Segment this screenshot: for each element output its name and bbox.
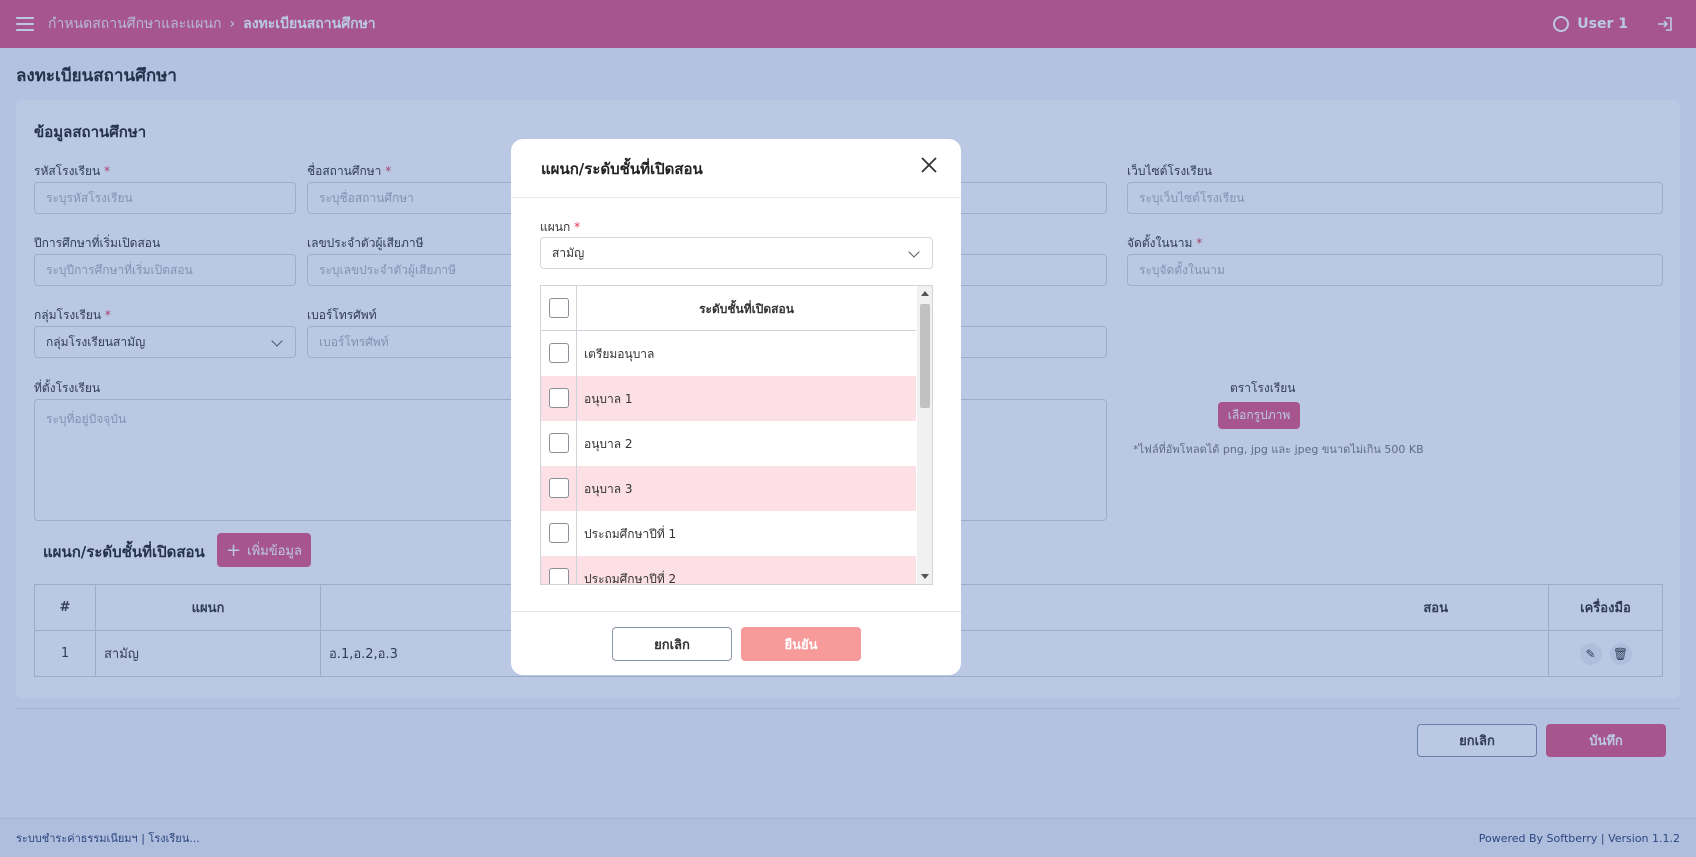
list-item[interactable]: อนุบาล 1 — [541, 376, 916, 421]
level-label: ประถมศึกษาปีที่ 2 — [584, 572, 677, 585]
level-checkbox[interactable] — [549, 523, 569, 543]
list-item[interactable]: ประถมศึกษาปีที่ 1 — [541, 511, 916, 556]
modal-dept-value: สามัญ — [552, 245, 585, 260]
level-checkbox[interactable] — [549, 568, 569, 584]
scrollbar-thumb[interactable] — [920, 304, 930, 408]
level-label: อนุบาล 1 — [584, 392, 633, 406]
modal-title: แผนก/ระดับชั้นที่เปิดสอน — [541, 160, 703, 178]
level-checkbox[interactable] — [549, 343, 569, 363]
list-item[interactable]: เตรียมอนุบาล — [541, 331, 916, 376]
list-item[interactable]: อนุบาล 3 — [541, 466, 916, 511]
levels-table-header: ระดับชั้นที่เปิดสอน — [541, 286, 916, 331]
close-icon[interactable] — [919, 155, 939, 175]
scroll-up-icon[interactable] — [921, 291, 929, 296]
level-checkbox[interactable] — [549, 433, 569, 453]
list-item[interactable]: ประถมศึกษาปีที่ 2 — [541, 556, 916, 585]
column-divider — [576, 286, 577, 584]
level-label: อนุบาล 2 — [584, 437, 633, 451]
modal-footer-divider — [511, 611, 961, 612]
select-all-checkbox[interactable] — [549, 298, 569, 318]
levels-table: ระดับชั้นที่เปิดสอน เตรียมอนุบาล อนุบาล … — [540, 285, 933, 585]
department-modal: แผนก/ระดับชั้นที่เปิดสอน แผนก * สามัญ ระ… — [511, 139, 961, 675]
list-item[interactable]: อนุบาล 2 — [541, 421, 916, 466]
level-label: ประถมศึกษาปีที่ 1 — [584, 527, 677, 541]
level-label: เตรียมอนุบาล — [584, 347, 655, 361]
scroll-down-icon[interactable] — [921, 574, 929, 579]
level-checkbox[interactable] — [549, 478, 569, 498]
chevron-down-icon — [908, 246, 920, 258]
modal-cancel-button[interactable]: ยกเลิก — [612, 627, 732, 661]
level-label: อนุบาล 3 — [584, 482, 633, 496]
modal-header-divider — [511, 197, 961, 198]
modal-confirm-button[interactable]: ยืนยัน — [741, 627, 861, 661]
modal-dept-label: แผนก * — [540, 220, 581, 234]
levels-column-header: ระดับชั้นที่เปิดสอน — [699, 302, 794, 316]
modal-dept-select[interactable]: สามัญ — [540, 237, 933, 269]
level-checkbox[interactable] — [549, 388, 569, 408]
scrollbar[interactable] — [917, 286, 932, 584]
